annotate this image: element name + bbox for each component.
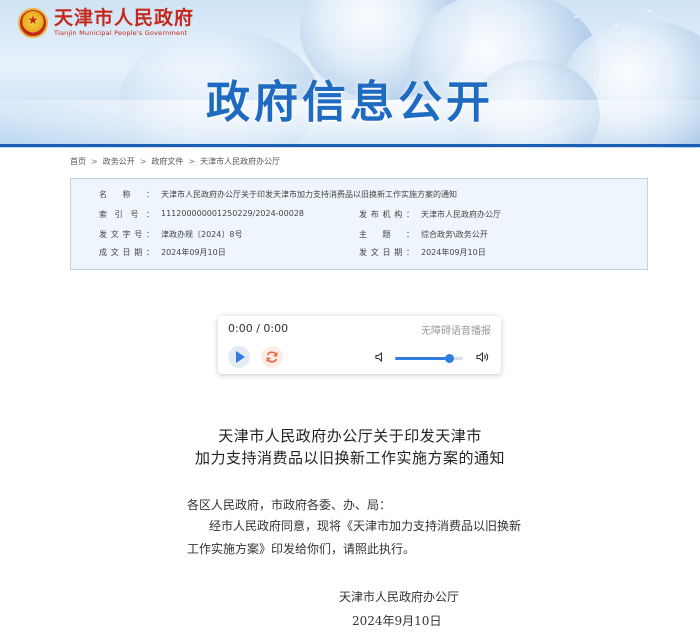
addressee-paragraph: 各区人民政府，市政府各委、办、局： — [187, 498, 392, 512]
body-paragraph[interactable]: 经市人民政府同意，现将《天津市加力支持消费品以旧换新 — [209, 518, 521, 534]
metadata-label: 主题： — [359, 230, 414, 239]
accessible-audio-label[interactable]: 无障碍语音播报 — [421, 322, 491, 337]
national-emblem-icon — [18, 8, 48, 38]
metadata-label: 发文字号： — [99, 230, 154, 239]
metadata-label: 名称： — [99, 190, 154, 199]
site-name-cn: 天津市人民政府 — [54, 7, 195, 29]
volume-low-icon[interactable] — [375, 351, 387, 363]
banner-title: 政府信息公开 — [206, 77, 494, 128]
metadata-value: 天津市人民政府办公厅 — [421, 210, 501, 219]
metadata-value: 综合政务\政务公开 — [421, 230, 488, 239]
volume-slider[interactable] — [395, 354, 463, 363]
refresh-icon — [266, 351, 278, 363]
metadata-label: 成文日期： — [99, 248, 154, 257]
metadata-label: 发文日期： — [359, 248, 414, 257]
bird-icon: ⌄ — [645, 4, 654, 15]
breadcrumb-separator: > — [139, 157, 147, 166]
bird-icon: ⌄ — [612, 18, 621, 29]
signature: 天津市人民政府办公厅 — [339, 590, 460, 604]
metadata-value: 津政办规〔2024〕8号 — [161, 230, 243, 239]
banner-divider — [0, 144, 700, 147]
document-title-line: 加力支持消费品以旧换新工作实施方案的通知 — [194, 449, 505, 467]
metadata-row-name: 名称： 天津市人民政府办公厅关于印发天津市加力支持消费品以旧换新工作实施方案的通… — [71, 189, 649, 207]
document-metadata-box: 名称： 天津市人民政府办公厅关于印发天津市加力支持消费品以旧换新工作实施方案的通… — [70, 178, 648, 270]
play-button[interactable] — [228, 346, 250, 368]
metadata-label: 索引号： — [99, 210, 154, 219]
site-logo[interactable]: 天津市人民政府 Tianjin Municipal People's Gover… — [18, 8, 194, 38]
metadata-label: 发布机构： — [359, 210, 414, 219]
breadcrumb-separator: > — [188, 157, 196, 166]
breadcrumb-general-office[interactable]: 天津市人民政府办公厅 — [200, 156, 280, 167]
metadata-row-index: 索引号： 111200000001250229/2024-00028 发布机构：… — [71, 209, 649, 227]
breadcrumb-public-affairs[interactable]: 政务公开 — [103, 156, 135, 167]
volume-high-icon[interactable] — [476, 351, 490, 363]
metadata-row-docno: 发文字号： 津政办规〔2024〕8号 主题： 综合政务\政务公开 — [71, 229, 649, 247]
breadcrumb-separator: > — [91, 157, 98, 166]
metadata-value: 2024年09月10日 — [421, 248, 486, 257]
audio-player: 0:00 / 0:00 无障碍语音播报 — [218, 316, 501, 374]
volume-slider-fill — [395, 357, 450, 360]
header-banner: ⌄ ⌄ ⌄ 天津市人民政府 Tianjin Municipal People's… — [0, 0, 700, 148]
metadata-value: 天津市人民政府办公厅关于印发天津市加力支持消费品以旧换新工作实施方案的通知 — [161, 190, 457, 199]
metadata-value: 2024年09月10日 — [161, 248, 226, 257]
site-name-en: Tianjin Municipal People's Government — [54, 29, 188, 37]
playback-time: 0:00 / 0:00 — [228, 322, 289, 335]
breadcrumb: 首页 > 政务公开 > 政府文件 > 天津市人民政府办公厅 — [70, 156, 280, 167]
loop-button[interactable] — [261, 346, 283, 368]
metadata-value: 111200000001250229/2024-00028 — [161, 209, 305, 218]
volume-slider-handle[interactable] — [444, 354, 454, 363]
document-title: 天津市人民政府办公厅关于印发天津市 加力支持消费品以旧换新工作实施方案的通知 — [0, 425, 700, 469]
breadcrumb-gov-documents[interactable]: 政府文件 — [151, 156, 183, 167]
bird-icon: ⌄ — [572, 10, 581, 21]
play-icon — [235, 351, 245, 363]
metadata-row-dates: 成文日期： 2024年09月10日 发文日期： 2024年09月10日 — [71, 247, 649, 265]
body-paragraph-continued: 工作实施方案》印发给你们，请照此执行。 — [187, 542, 416, 556]
breadcrumb-home[interactable]: 首页 — [70, 156, 86, 167]
signature-date: 2024年9月10日 — [352, 614, 442, 628]
document-title-line: 天津市人民政府办公厅关于印发天津市 — [218, 427, 482, 445]
